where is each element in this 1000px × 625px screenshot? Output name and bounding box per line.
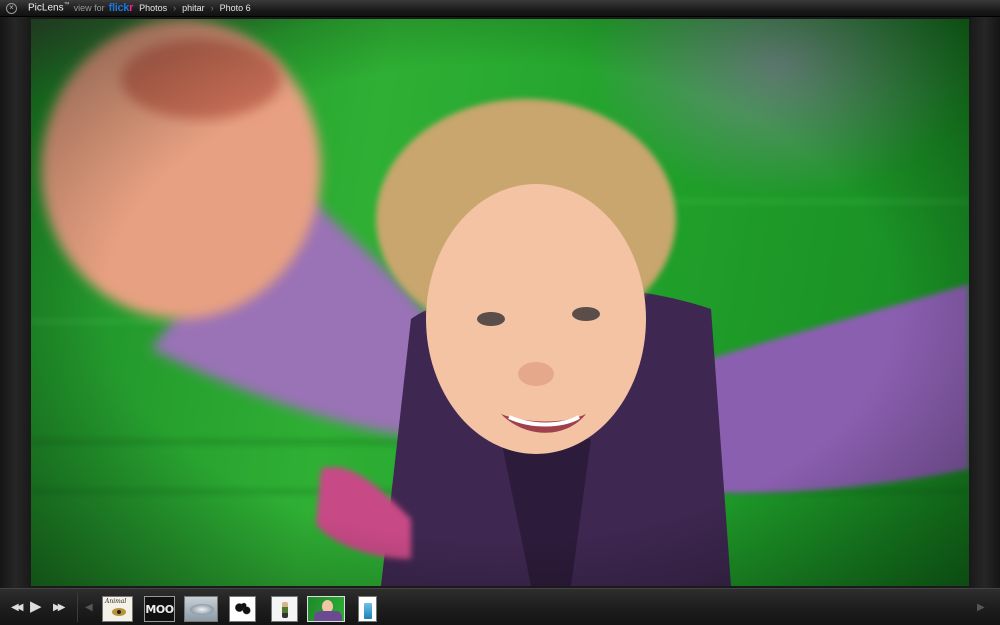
breadcrumb-separator: ›	[173, 3, 177, 13]
thumb-moo[interactable]: MOO	[144, 596, 175, 622]
breadcrumb-separator: ›	[210, 3, 214, 13]
photo-illustration	[31, 19, 969, 586]
strip-scroll-right-icon[interactable]: ▶	[977, 602, 985, 613]
disc-icon	[190, 604, 214, 615]
service-logo: flickr	[109, 2, 134, 14]
next-icon[interactable]: ▶▶	[53, 603, 66, 613]
breadcrumb-photos[interactable]: Photos	[139, 3, 167, 13]
eye-icon	[112, 608, 126, 616]
ink-blot-icon	[234, 602, 252, 616]
thumb-animal-title: Animal	[105, 598, 127, 605]
trademark-mark: ™	[63, 2, 70, 9]
thumb-silver-disc[interactable]	[184, 596, 218, 622]
previous-icon[interactable]: ◀◀	[11, 603, 24, 613]
close-icon[interactable]: ×	[6, 2, 17, 14]
thumb-figure[interactable]	[271, 596, 298, 622]
controls-divider	[77, 593, 78, 622]
view-for-label: view for	[73, 3, 105, 13]
photo-stage	[0, 17, 1000, 588]
service-logo-part-a: flick	[108, 2, 130, 14]
thumb-animal-book[interactable]: Animal	[102, 596, 133, 622]
top-bar: × PicLens™ view for flickr Photos › phit…	[0, 0, 1000, 17]
thumb-child-grass-selected[interactable]	[307, 596, 345, 622]
body-icon	[314, 611, 342, 621]
service-logo-part-b: r	[129, 2, 134, 14]
breadcrumb-current-photo[interactable]: Photo 6	[220, 3, 251, 13]
bottle-icon	[364, 603, 372, 619]
bottom-bar: ◀◀ ▶ ▶▶ ◀ Animal MOO ▶	[0, 588, 1000, 625]
app-name: PicLens™	[28, 2, 70, 13]
breadcrumb-user[interactable]: phitar	[182, 3, 205, 13]
thumb-moo-label: MOO	[145, 602, 174, 616]
strip-scroll-left-icon[interactable]: ◀	[85, 602, 93, 613]
figure-icon	[282, 602, 288, 618]
thumb-blue-bottle[interactable]	[358, 596, 377, 622]
thumb-ink-blot[interactable]	[229, 596, 256, 622]
app-name-text: PicLens	[28, 2, 64, 14]
main-photo[interactable]	[31, 19, 969, 586]
play-icon[interactable]: ▶	[30, 599, 42, 614]
